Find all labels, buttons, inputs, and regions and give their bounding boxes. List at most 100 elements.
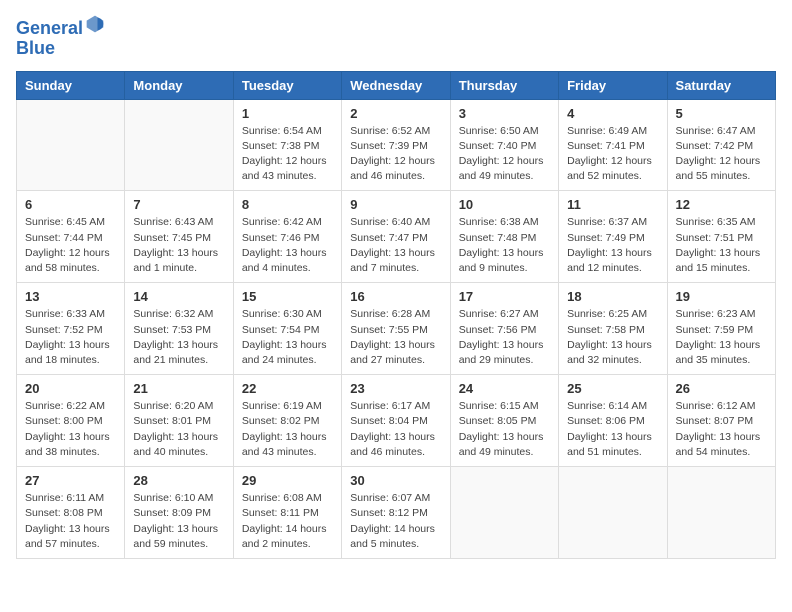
day-info: Sunrise: 6:07 AM Sunset: 8:12 PM Dayligh… — [350, 491, 441, 552]
day-number: 12 — [676, 197, 767, 212]
day-number: 1 — [242, 106, 333, 121]
day-number: 29 — [242, 473, 333, 488]
week-row-4: 20 Sunrise: 6:22 AM Sunset: 8:00 PM Dayli… — [17, 375, 776, 467]
day-number: 20 — [25, 381, 116, 396]
day-number: 7 — [133, 197, 224, 212]
calendar-cell — [17, 99, 125, 191]
day-number: 24 — [459, 381, 550, 396]
day-number: 28 — [133, 473, 224, 488]
weekday-header-saturday: Saturday — [667, 71, 775, 99]
day-number: 30 — [350, 473, 441, 488]
day-info: Sunrise: 6:19 AM Sunset: 8:02 PM Dayligh… — [242, 399, 333, 460]
day-number: 11 — [567, 197, 658, 212]
calendar-cell: 4Sunrise: 6:49 AM Sunset: 7:41 PM Daylig… — [559, 99, 667, 191]
calendar-cell: 18 Sunrise: 6:25 AM Sunset: 7:58 PM Dayli… — [559, 283, 667, 375]
day-number: 4 — [567, 106, 658, 121]
day-number: 21 — [133, 381, 224, 396]
weekday-header-wednesday: Wednesday — [342, 71, 450, 99]
week-row-2: 6 Sunrise: 6:45 AM Sunset: 7:44 PM Daylig… — [17, 191, 776, 283]
day-info: Sunrise: 6:20 AM Sunset: 8:01 PM Dayligh… — [133, 399, 224, 460]
calendar-cell: 13 Sunrise: 6:33 AM Sunset: 7:52 PM Dayli… — [17, 283, 125, 375]
day-info: Sunrise: 6:45 AM Sunset: 7:44 PM Dayligh… — [25, 215, 116, 276]
day-info: Sunrise: 6:10 AM Sunset: 8:09 PM Dayligh… — [133, 491, 224, 552]
calendar-cell: 14 Sunrise: 6:32 AM Sunset: 7:53 PM Dayli… — [125, 283, 233, 375]
day-number: 22 — [242, 381, 333, 396]
day-number: 16 — [350, 289, 441, 304]
day-number: 5 — [676, 106, 767, 121]
day-number: 19 — [676, 289, 767, 304]
day-info: Sunrise: 6:27 AM Sunset: 7:56 PM Dayligh… — [459, 307, 550, 368]
calendar-cell: 9Sunrise: 6:40 AM Sunset: 7:47 PM Daylig… — [342, 191, 450, 283]
calendar-cell: 23 Sunrise: 6:17 AM Sunset: 8:04 PM Dayli… — [342, 375, 450, 467]
day-info: Sunrise: 6:35 AM Sunset: 7:51 PM Dayligh… — [676, 215, 767, 276]
weekday-header-row: SundayMondayTuesdayWednesdayThursdayFrid… — [17, 71, 776, 99]
weekday-header-sunday: Sunday — [17, 71, 125, 99]
calendar-cell: 21 Sunrise: 6:20 AM Sunset: 8:01 PM Dayli… — [125, 375, 233, 467]
day-number: 18 — [567, 289, 658, 304]
week-row-1: 1 Sunrise: 6:54 AM Sunset: 7:38 PM Daylig… — [17, 99, 776, 191]
logo-general: General — [16, 18, 83, 38]
calendar-cell: 8 Sunrise: 6:42 AM Sunset: 7:46 PM Daylig… — [233, 191, 341, 283]
day-number: 17 — [459, 289, 550, 304]
logo-blue: Blue — [16, 38, 55, 58]
calendar-cell: 16 Sunrise: 6:28 AM Sunset: 7:55 PM Dayli… — [342, 283, 450, 375]
day-number: 3 — [459, 106, 550, 121]
weekday-header-thursday: Thursday — [450, 71, 558, 99]
calendar-cell: 5Sunrise: 6:47 AM Sunset: 7:42 PM Daylig… — [667, 99, 775, 191]
day-info: Sunrise: 6:25 AM Sunset: 7:58 PM Dayligh… — [567, 307, 658, 368]
day-number: 2 — [350, 106, 441, 121]
day-info: Sunrise: 6:37 AM Sunset: 7:49 PM Dayligh… — [567, 215, 658, 276]
calendar-cell: 26 Sunrise: 6:12 AM Sunset: 8:07 PM Dayli… — [667, 375, 775, 467]
day-info: Sunrise: 6:22 AM Sunset: 8:00 PM Dayligh… — [25, 399, 116, 460]
week-row-5: 27Sunrise: 6:11 AM Sunset: 8:08 PM Dayli… — [17, 467, 776, 559]
day-number: 6 — [25, 197, 116, 212]
day-number: 25 — [567, 381, 658, 396]
calendar-cell: 6 Sunrise: 6:45 AM Sunset: 7:44 PM Daylig… — [17, 191, 125, 283]
calendar-cell — [125, 99, 233, 191]
logo-icon — [85, 14, 105, 34]
day-info: Sunrise: 6:32 AM Sunset: 7:53 PM Dayligh… — [133, 307, 224, 368]
day-info: Sunrise: 6:15 AM Sunset: 8:05 PM Dayligh… — [459, 399, 550, 460]
calendar-cell: 1 Sunrise: 6:54 AM Sunset: 7:38 PM Daylig… — [233, 99, 341, 191]
day-info: Sunrise: 6:30 AM Sunset: 7:54 PM Dayligh… — [242, 307, 333, 368]
day-number: 14 — [133, 289, 224, 304]
calendar-cell: 22 Sunrise: 6:19 AM Sunset: 8:02 PM Dayli… — [233, 375, 341, 467]
day-info: Sunrise: 6:43 AM Sunset: 7:45 PM Dayligh… — [133, 215, 224, 276]
day-info: Sunrise: 6:42 AM Sunset: 7:46 PM Dayligh… — [242, 215, 333, 276]
day-info: Sunrise: 6:17 AM Sunset: 8:04 PM Dayligh… — [350, 399, 441, 460]
day-info: Sunrise: 6:11 AM Sunset: 8:08 PM Dayligh… — [25, 491, 116, 552]
calendar-cell: 11 Sunrise: 6:37 AM Sunset: 7:49 PM Dayli… — [559, 191, 667, 283]
day-info: Sunrise: 6:28 AM Sunset: 7:55 PM Dayligh… — [350, 307, 441, 368]
calendar-cell: 2Sunrise: 6:52 AM Sunset: 7:39 PM Daylig… — [342, 99, 450, 191]
day-number: 8 — [242, 197, 333, 212]
calendar-cell: 25 Sunrise: 6:14 AM Sunset: 8:06 PM Dayli… — [559, 375, 667, 467]
calendar-cell: 19 Sunrise: 6:23 AM Sunset: 7:59 PM Dayli… — [667, 283, 775, 375]
day-info: Sunrise: 6:14 AM Sunset: 8:06 PM Dayligh… — [567, 399, 658, 460]
day-number: 26 — [676, 381, 767, 396]
calendar-cell — [450, 467, 558, 559]
day-number: 9 — [350, 197, 441, 212]
day-info: Sunrise: 6:12 AM Sunset: 8:07 PM Dayligh… — [676, 399, 767, 460]
calendar-cell: 12 Sunrise: 6:35 AM Sunset: 7:51 PM Dayli… — [667, 191, 775, 283]
calendar-cell: 30 Sunrise: 6:07 AM Sunset: 8:12 PM Dayli… — [342, 467, 450, 559]
day-number: 13 — [25, 289, 116, 304]
calendar-cell: 7 Sunrise: 6:43 AM Sunset: 7:45 PM Daylig… — [125, 191, 233, 283]
day-number: 15 — [242, 289, 333, 304]
weekday-header-monday: Monday — [125, 71, 233, 99]
weekday-header-tuesday: Tuesday — [233, 71, 341, 99]
calendar-cell: 10Sunrise: 6:38 AM Sunset: 7:48 PM Dayli… — [450, 191, 558, 283]
page-header: General Blue — [16, 16, 776, 59]
day-info: Sunrise: 6:23 AM Sunset: 7:59 PM Dayligh… — [676, 307, 767, 368]
day-number: 23 — [350, 381, 441, 396]
calendar-cell — [667, 467, 775, 559]
calendar-cell: 15 Sunrise: 6:30 AM Sunset: 7:54 PM Dayli… — [233, 283, 341, 375]
day-info: Sunrise: 6:54 AM Sunset: 7:38 PM Dayligh… — [242, 124, 333, 185]
calendar-cell: 3Sunrise: 6:50 AM Sunset: 7:40 PM Daylig… — [450, 99, 558, 191]
day-number: 10 — [459, 197, 550, 212]
calendar-cell: 17 Sunrise: 6:27 AM Sunset: 7:56 PM Dayli… — [450, 283, 558, 375]
calendar-cell — [559, 467, 667, 559]
day-info: Sunrise: 6:33 AM Sunset: 7:52 PM Dayligh… — [25, 307, 116, 368]
day-info: Sunrise: 6:08 AM Sunset: 8:11 PM Dayligh… — [242, 491, 333, 552]
calendar-table: SundayMondayTuesdayWednesdayThursdayFrid… — [16, 71, 776, 559]
calendar-cell: 29 Sunrise: 6:08 AM Sunset: 8:11 PM Dayli… — [233, 467, 341, 559]
